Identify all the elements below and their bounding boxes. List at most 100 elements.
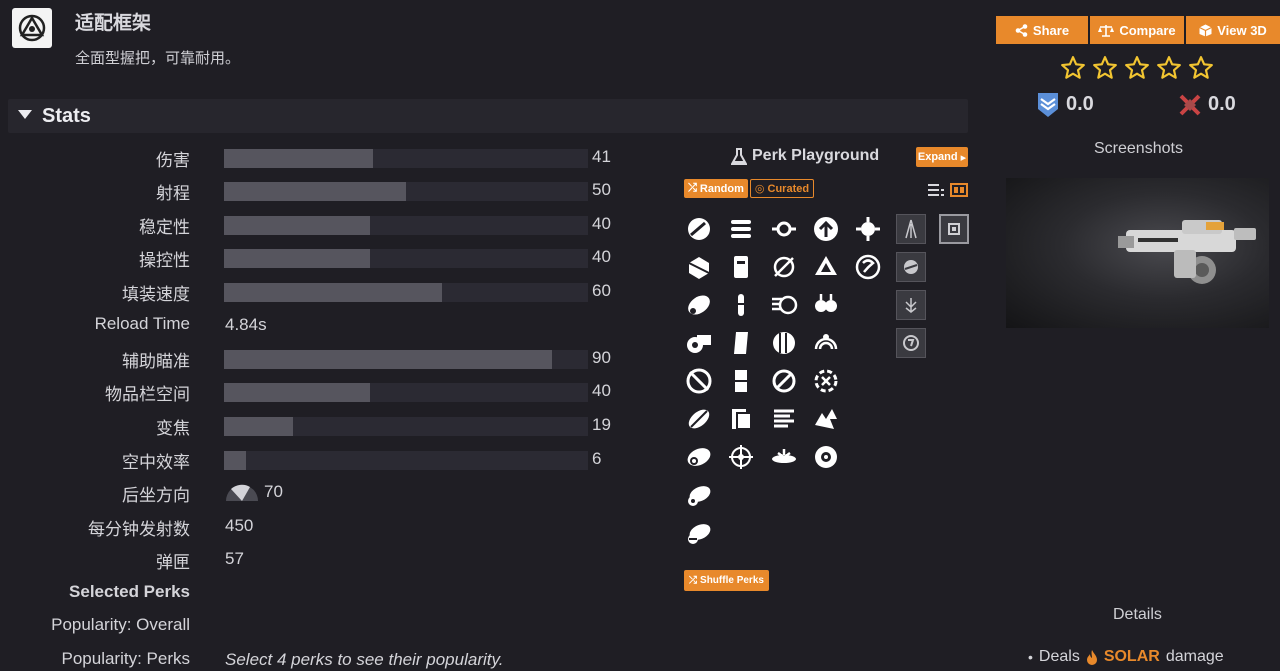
target-icon: ◎ bbox=[754, 183, 765, 195]
perk-trait-icon[interactable] bbox=[769, 366, 799, 396]
perk-trait-icon[interactable] bbox=[811, 328, 841, 358]
view-3d-button[interactable]: View 3D bbox=[1186, 16, 1280, 44]
perk-magazine-icon[interactable] bbox=[726, 328, 756, 358]
mod-slot[interactable] bbox=[896, 252, 926, 282]
perk-column-2 bbox=[726, 214, 756, 480]
random-toggle-button[interactable]: ⤮ Random bbox=[684, 179, 748, 198]
perk-trait-icon[interactable] bbox=[769, 290, 799, 320]
perk-trait-icon[interactable] bbox=[811, 214, 841, 244]
stat-name: 变焦 bbox=[156, 419, 190, 438]
stat-bar-fill bbox=[224, 417, 294, 436]
stat-value: 40 bbox=[592, 214, 611, 233]
mod-slot[interactable] bbox=[896, 328, 926, 358]
stat-name: 射程 bbox=[156, 184, 190, 203]
pvp-rating-value: 0.0 bbox=[1066, 93, 1094, 115]
perk-trait-icon[interactable] bbox=[811, 442, 841, 472]
frame-logo-icon bbox=[12, 8, 52, 48]
share-label: Share bbox=[1032, 22, 1070, 38]
star-icon[interactable] bbox=[1060, 55, 1086, 81]
shuffle-icon: ⤮ bbox=[688, 182, 697, 194]
stat-row: 填装速度 60 bbox=[0, 276, 640, 306]
perk-magazine-icon[interactable] bbox=[726, 404, 756, 434]
perk-barrel-icon[interactable] bbox=[684, 290, 714, 320]
perk-barrel-icon[interactable] bbox=[684, 252, 714, 282]
masterwork-slot[interactable] bbox=[939, 214, 969, 244]
perk-trait-icon[interactable] bbox=[769, 252, 799, 282]
pvp-crucible-icon bbox=[1038, 93, 1058, 117]
perk-trait-icon[interactable] bbox=[769, 442, 799, 472]
stat-row: 辅助瞄准 90 bbox=[0, 343, 640, 373]
weapon-render bbox=[1118, 220, 1256, 284]
scale-icon bbox=[1098, 24, 1115, 37]
curated-toggle-button[interactable]: ◎ Curated bbox=[750, 179, 814, 198]
mod-icon bbox=[905, 219, 917, 239]
star-icon[interactable] bbox=[1092, 55, 1118, 81]
stat-bar-fill bbox=[224, 216, 370, 235]
shuffle-label: Shuffle Perks bbox=[700, 575, 764, 586]
stat-bar-fill bbox=[224, 149, 374, 168]
view-3d-label: View 3D bbox=[1217, 22, 1267, 38]
perk-column-1 bbox=[684, 214, 714, 556]
shuffle-perks-button[interactable]: ⤮ Shuffle Perks bbox=[684, 570, 769, 591]
star-icon[interactable] bbox=[1124, 55, 1150, 81]
grid-view-icon[interactable] bbox=[950, 183, 968, 197]
perk-barrel-icon[interactable] bbox=[684, 214, 714, 244]
mod-slot[interactable] bbox=[896, 214, 926, 244]
compare-button[interactable]: Compare bbox=[1090, 16, 1184, 44]
perk-trait-icon[interactable] bbox=[811, 252, 841, 282]
stat-bar-fill bbox=[224, 451, 246, 470]
details-damage-line: • Deals SOLAR damage bbox=[1028, 648, 1224, 666]
perk-origin-icon[interactable] bbox=[853, 214, 883, 244]
stat-row: 物品栏空间 40 bbox=[0, 376, 640, 406]
perk-playground-title: Perk Playground bbox=[752, 147, 880, 164]
perk-column-4 bbox=[811, 214, 841, 480]
expand-button[interactable]: Expand ▸ bbox=[916, 147, 968, 167]
star-icon[interactable] bbox=[1188, 55, 1214, 81]
stats-section-header[interactable]: Stats bbox=[8, 99, 968, 133]
caret-right-icon: ▸ bbox=[960, 151, 967, 164]
stat-bar-fill bbox=[224, 182, 406, 201]
perk-barrel-icon[interactable] bbox=[684, 442, 714, 472]
perk-trait-icon[interactable] bbox=[769, 404, 799, 434]
shuffle-icon: ⤮ bbox=[689, 575, 698, 586]
weapon-screenshot[interactable] bbox=[1006, 178, 1269, 328]
perk-barrel-icon[interactable] bbox=[684, 404, 714, 434]
perk-barrel-icon[interactable] bbox=[684, 328, 714, 358]
star-rating[interactable] bbox=[1060, 55, 1214, 81]
mod-slot[interactable] bbox=[896, 290, 926, 320]
stat-bar-track bbox=[224, 383, 588, 402]
stat-bar-track bbox=[224, 417, 588, 436]
perk-trait-icon[interactable] bbox=[769, 214, 799, 244]
expand-label: Expand bbox=[917, 151, 958, 163]
list-view-icon[interactable] bbox=[928, 184, 944, 196]
stat-row: 射程 50 bbox=[0, 175, 640, 205]
share-button[interactable]: Share bbox=[996, 16, 1088, 44]
perk-magazine-icon[interactable] bbox=[726, 442, 756, 472]
stat-name: 稳定性 bbox=[139, 218, 190, 237]
perk-trait-icon[interactable] bbox=[811, 404, 841, 434]
stat-bar-fill bbox=[224, 283, 443, 302]
star-icon[interactable] bbox=[1156, 55, 1182, 81]
perk-trait-icon[interactable] bbox=[769, 328, 799, 358]
caret-down-icon bbox=[18, 110, 32, 119]
stat-value: 4.84s bbox=[225, 315, 267, 334]
stat-name: 空中效率 bbox=[122, 453, 190, 472]
perk-trait-icon[interactable] bbox=[811, 290, 841, 320]
stat-name: 弹匣 bbox=[156, 553, 190, 572]
perk-barrel-icon[interactable] bbox=[684, 480, 714, 510]
share-toolbar: Share Compare View 3D bbox=[996, 16, 1280, 44]
perk-trait-icon[interactable] bbox=[811, 366, 841, 396]
perk-magazine-icon[interactable] bbox=[726, 290, 756, 320]
compare-label: Compare bbox=[1119, 22, 1176, 38]
perk-barrel-icon[interactable] bbox=[684, 518, 714, 548]
popularity-overall-row: Popularity: Overall bbox=[0, 611, 640, 641]
perk-barrel-icon[interactable] bbox=[684, 366, 714, 396]
mod-icon bbox=[903, 335, 919, 351]
frame-description: 全面型握把，可靠耐用。 bbox=[75, 50, 241, 67]
perk-origin-icon[interactable] bbox=[853, 252, 883, 282]
perk-magazine-icon[interactable] bbox=[726, 214, 756, 244]
perk-magazine-icon[interactable] bbox=[726, 366, 756, 396]
stat-row-magazine: 弹匣 57 bbox=[0, 544, 640, 574]
stat-row: 稳定性 40 bbox=[0, 209, 640, 239]
perk-magazine-icon[interactable] bbox=[726, 252, 756, 282]
